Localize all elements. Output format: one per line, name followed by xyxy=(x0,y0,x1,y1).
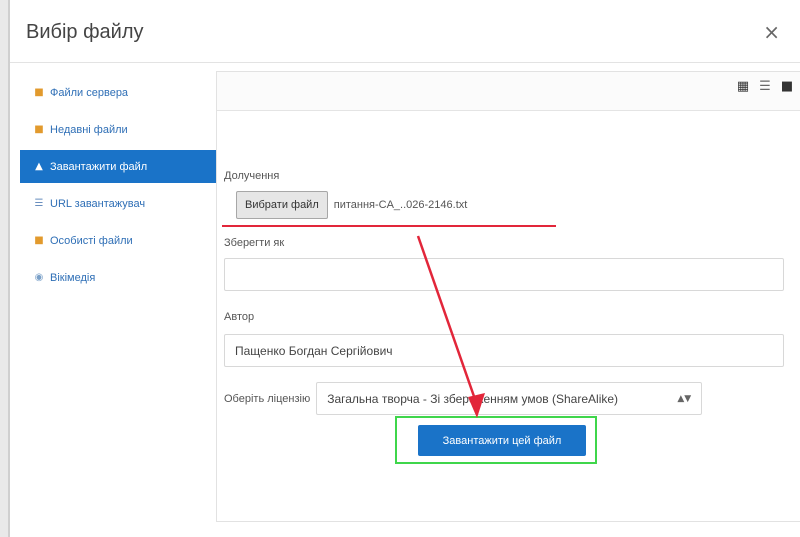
folder-icon: ■ xyxy=(34,235,44,246)
green-highlight-annotation xyxy=(395,416,597,464)
sidebar-item-url-downloader[interactable]: ☰ URL завантажувач xyxy=(20,187,216,220)
left-edge xyxy=(0,0,8,537)
choose-file-button[interactable]: Вибрати файл xyxy=(236,191,328,219)
sidebar-item-label: Особисті файли xyxy=(50,234,133,247)
panel-toolbar: ▦ ☰ ■ xyxy=(217,72,800,111)
chosen-file-name: питання-CA_..026-2146.txt xyxy=(333,199,468,211)
folder-view-icon[interactable]: ■ xyxy=(779,79,795,95)
author-label: Автор xyxy=(224,311,255,323)
author-field[interactable]: Пащенко Богдан Сергійович xyxy=(224,334,784,367)
license-row: Оберіть ліцензію Загальна творча - Зі зб… xyxy=(224,382,703,415)
save-as-label: Зберегти як xyxy=(224,237,285,249)
dialog-title: Вибір файлу xyxy=(26,21,144,43)
sidebar-item-recent-files[interactable]: ■ Недавні файли xyxy=(20,113,216,146)
sidebar-item-server-files[interactable]: ■ Файли сервера xyxy=(20,76,216,109)
repository-sidebar: ■ Файли сервера ■ Недавні файли ▲ Завант… xyxy=(20,76,216,298)
sidebar-item-label: URL завантажувач xyxy=(50,197,146,210)
chevron-updown-icon: ▲▼ xyxy=(677,393,692,404)
view-switcher: ▦ ☰ ■ xyxy=(735,79,795,95)
sidebar-item-label: Файли сервера xyxy=(50,86,129,99)
attachment-label: Долучення xyxy=(224,170,280,182)
sidebar-item-label: Недавні файли xyxy=(50,123,128,136)
close-icon[interactable]: × xyxy=(763,20,780,44)
license-select[interactable]: Загальна творча - Зі збереженням умов (S… xyxy=(316,382,703,415)
license-select-value: Загальна творча - Зі збереженням умов (S… xyxy=(327,391,619,406)
header-divider xyxy=(10,62,800,63)
save-as-field[interactable] xyxy=(224,258,784,291)
url-icon: ☰ xyxy=(34,198,44,209)
folder-icon: ■ xyxy=(34,124,44,135)
upload-icon: ▲ xyxy=(35,161,43,172)
sidebar-item-label: Завантажити файл xyxy=(50,160,148,173)
folder-icon: ■ xyxy=(34,87,44,98)
sidebar-item-private-files[interactable]: ■ Особисті файли xyxy=(20,224,216,257)
sidebar-item-upload-file[interactable]: ▲ Завантажити файл xyxy=(20,150,216,183)
file-chooser-row: Вибрати файл питання-CA_..026-2146.txt xyxy=(236,191,467,219)
wikimedia-icon: ◉ xyxy=(34,272,44,283)
sidebar-item-label: Вікімедія xyxy=(50,271,96,284)
red-underline-annotation xyxy=(222,225,556,227)
license-label: Оберіть ліцензію xyxy=(224,392,311,405)
list-view-icon[interactable]: ☰ xyxy=(757,79,773,95)
grid-view-icon[interactable]: ▦ xyxy=(735,79,751,95)
sidebar-item-wikimedia[interactable]: ◉ Вікімедія xyxy=(20,261,216,294)
